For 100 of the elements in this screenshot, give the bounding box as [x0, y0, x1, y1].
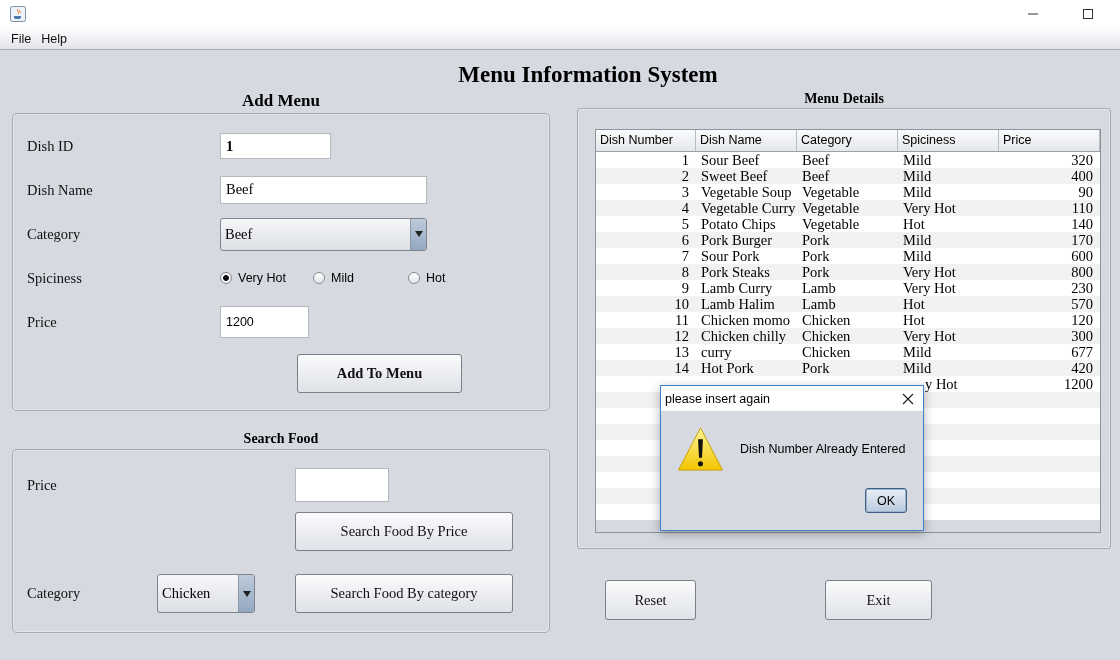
column-header[interactable]: Dish Name: [696, 130, 797, 151]
field-label: Category: [27, 225, 82, 243]
table-cell-text: 3: [680, 184, 690, 200]
table-cell-text: 120: [1070, 312, 1094, 328]
caret-icon: [238, 575, 254, 612]
table-cell-text: Vegetable: [801, 216, 861, 232]
input-field[interactable]: Beef: [220, 176, 427, 204]
field-label: Price: [27, 476, 58, 494]
table-cell-text: Mild: [902, 168, 933, 184]
warning-icon: [677, 426, 724, 472]
action-button[interactable]: Reset: [605, 580, 696, 620]
table-cell-text: 230: [1070, 280, 1094, 296]
table-cell-text: Mild: [902, 360, 933, 376]
maximize-icon: [1082, 8, 1094, 20]
table-cell-text: 300: [1070, 328, 1094, 344]
app-title: Menu Information System: [458, 61, 718, 89]
table-cell-text: Very Hot: [902, 200, 957, 216]
table-cell-text: Pork: [801, 360, 831, 376]
add-to-menu-button[interactable]: Add To Menu: [297, 354, 462, 393]
table-cell-text: 570: [1070, 296, 1094, 312]
table-cell-text: 1200: [1063, 376, 1094, 392]
table-cell-text: 12: [673, 328, 690, 344]
field-label: Price: [27, 313, 58, 331]
close-icon: [902, 392, 914, 405]
table-cell-text: 800: [1070, 264, 1094, 280]
dialog-message: Dish Number Already Entered: [740, 442, 906, 456]
table-cell-text: Mild: [902, 344, 933, 360]
table-cell-text: Chicken: [801, 312, 852, 328]
table-cell-text: curry: [700, 344, 733, 360]
table-cell-text: 14: [673, 360, 690, 376]
table-cell-text: Hot: [902, 296, 926, 312]
table-cell-text: 2: [680, 168, 690, 184]
table-cell-text: Lamb: [801, 296, 837, 312]
table-cell-text: Very Hot: [902, 280, 957, 296]
table-cell-text: 4: [680, 200, 690, 216]
menu-item[interactable]: File: [6, 31, 37, 46]
column-header[interactable]: Price: [999, 130, 1100, 151]
table-cell-text: Beef: [801, 152, 831, 168]
field-label: Dish Name: [27, 181, 94, 199]
column-header[interactable]: Dish Number: [596, 130, 696, 151]
table-cell-text: Mild: [902, 232, 933, 248]
dialog-title: please insert again: [665, 391, 770, 406]
menu-item[interactable]: Help: [36, 31, 72, 46]
table-cell-text: Sour Pork: [700, 248, 761, 264]
table-cell-text: Chicken: [801, 344, 852, 360]
table-cell-text: Chicken: [801, 328, 852, 344]
ok-button[interactable]: OK: [865, 488, 907, 513]
table-cell-text: Vegetable Curry: [700, 200, 797, 216]
radio-button[interactable]: Very Hot: [220, 271, 313, 285]
field-label: Dish ID: [27, 137, 75, 155]
table-cell-text: Vegetable: [801, 184, 861, 200]
table-cell-text: y Hot: [924, 376, 959, 392]
table-cell-text: Very Hot: [902, 264, 957, 280]
action-button[interactable]: Exit: [825, 580, 932, 620]
input-field[interactable]: [295, 468, 389, 502]
radio-button[interactable]: Hot: [408, 271, 446, 285]
table-cell-text: 1: [680, 152, 690, 168]
column-header[interactable]: Category: [797, 130, 898, 151]
input-field[interactable]: 1: [220, 133, 331, 159]
table-cell-text: Mild: [902, 184, 933, 200]
table-cell-text: Pork: [801, 248, 831, 264]
column-header[interactable]: Spiciness: [898, 130, 999, 151]
table-cell-text: Hot: [902, 312, 926, 328]
field-label: Category: [27, 585, 82, 602]
table-cell-text: 170: [1070, 232, 1094, 248]
table-cell-text: Potato Chips: [700, 216, 777, 232]
table-cell-text: Chicken chilly: [700, 328, 787, 344]
table-cell-text: 90: [1077, 184, 1094, 200]
table-cell-text: Lamb Halim: [700, 296, 776, 312]
dropdown[interactable]: Beef: [220, 217, 427, 251]
table-cell-text: Mild: [902, 248, 933, 264]
table-cell-text: Beef: [801, 168, 831, 184]
table-cell-text: 140: [1070, 216, 1094, 232]
caret-icon: [410, 218, 426, 250]
table-cell-text: 677: [1070, 344, 1094, 360]
table-cell-text: Vegetable: [801, 200, 861, 216]
table-cell-text: 10: [673, 296, 690, 312]
table-cell-text: Hot: [902, 216, 926, 232]
table-cell-text: Pork Burger: [700, 232, 774, 248]
table-cell-text: Pork: [801, 232, 831, 248]
dropdown[interactable]: Chicken: [157, 574, 255, 613]
table-cell-text: 13: [673, 344, 690, 360]
table-cell-text: Lamb: [801, 280, 837, 296]
table-cell-text: Chicken momo: [700, 312, 791, 328]
search-by-category-button[interactable]: Search Food By category: [295, 574, 513, 613]
table-cell-text: 7: [680, 248, 690, 264]
input-field[interactable]: 1200: [220, 306, 309, 338]
radio-button[interactable]: Mild: [313, 271, 408, 285]
section-title: Search Food: [243, 430, 319, 448]
table-cell-text: Very Hot: [902, 328, 957, 344]
table-cell-text: 5: [680, 216, 690, 232]
search-by-price-button[interactable]: Search Food By Price: [295, 512, 513, 551]
field-label: Spiciness: [27, 269, 83, 287]
table-cell-text: Sweet Beef: [700, 168, 769, 184]
table-cell-text: Pork Steaks: [700, 264, 771, 280]
table-cell-text: 110: [1070, 200, 1094, 216]
table-cell-text: Sour Beef: [700, 152, 761, 168]
table-cell-text: 320: [1070, 152, 1094, 168]
table-cell-text: 6: [680, 232, 690, 248]
app-icon: [10, 6, 26, 22]
